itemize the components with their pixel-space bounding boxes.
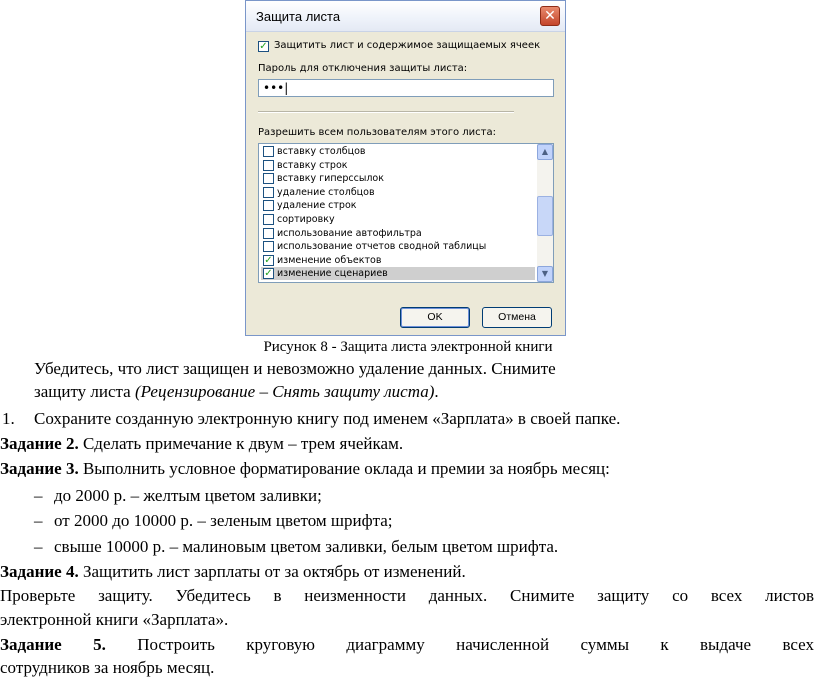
list-item[interactable]: вставку строк (261, 159, 535, 172)
list-item[interactable]: вставку гиперссылок (261, 172, 535, 185)
scroll-up-icon[interactable]: ▲ (537, 144, 553, 160)
permission-checkbox[interactable] (263, 241, 274, 253)
permission-label: изменение сценариев (277, 268, 388, 280)
bullet-dash: – (34, 486, 43, 505)
separator (258, 111, 514, 113)
list-item[interactable]: удаление строк (261, 199, 535, 212)
permission-checkbox[interactable] (263, 173, 274, 185)
check-icon: ✓ (259, 41, 268, 52)
scroll-thumb[interactable] (537, 196, 553, 236)
permission-label: вставку строк (277, 159, 348, 171)
list-item[interactable]: использование отчетов сводной таблицы (261, 240, 535, 253)
task-4-label: Задание 4. (0, 562, 79, 581)
password-field[interactable]: •••| (258, 79, 554, 97)
permission-checkbox[interactable]: ✓ (263, 268, 274, 280)
para-remove-protection: защиту листа (Рецензирование – Снять защ… (34, 382, 439, 402)
task-4: Задание 4. Защитить лист зарплаты от за … (0, 562, 466, 582)
bullet-dash: – (34, 511, 43, 530)
close-button[interactable]: ✕ (540, 6, 560, 26)
bullet-item-crimson: свыше 10000 р. – малиновым цветом заливк… (54, 537, 559, 556)
permission-checkbox[interactable] (263, 159, 274, 171)
list-item[interactable]: ✓ изменение сценариев (261, 267, 535, 281)
permission-label: изменение объектов (277, 254, 382, 266)
figure-caption: Рисунок 8 - Защита листа электронной кни… (263, 339, 553, 355)
permission-checkbox[interactable] (263, 200, 274, 212)
list-item[interactable]: использование автофильтра (261, 227, 535, 240)
allow-label: Разрешить всем пользователям этого листа… (258, 127, 496, 138)
permission-label: сортировку (277, 214, 335, 225)
menu-path: (Рецензирование – Снять защиту листа) (134, 382, 435, 401)
dialog-title: Защита листа (256, 9, 341, 24)
list-item-save: Сохраните созданную электронную книгу по… (34, 409, 621, 428)
permission-label: использование автофильтра (277, 227, 422, 239)
task-5-label: Задание 5. (0, 635, 106, 654)
scroll-down-icon[interactable]: ▼ (537, 266, 553, 282)
protect-sheet-dialog: Защита листа ✕ ✓ Защитить лист и содержи… (245, 0, 566, 336)
permission-checkbox[interactable] (263, 214, 274, 225)
permission-checkbox[interactable] (263, 227, 274, 239)
task-2-label: Задание 2. (0, 434, 79, 453)
list-scrollbar[interactable]: ▲ ▼ (537, 144, 553, 282)
check-icon: ✓ (264, 254, 273, 266)
permission-checkbox[interactable] (263, 186, 274, 198)
list-item[interactable]: вставку столбцов (261, 145, 535, 158)
permission-label: вставку гиперссылок (277, 173, 384, 185)
close-icon: ✕ (544, 8, 556, 24)
ok-button[interactable]: OK (400, 307, 470, 328)
list-item[interactable]: ✓ изменение объектов (261, 254, 535, 267)
para-verify-end: электронной книги «Зарплата». (0, 610, 229, 629)
task-5-text: Построить круговую диаграмму начисленной… (105, 635, 814, 654)
permission-label: удаление строк (277, 200, 357, 212)
task-2-text: Сделать примечание к двум – трем ячейкам… (78, 434, 404, 453)
para-check-protection: Убедитесь, что лист защищен и невозможно… (34, 359, 556, 378)
permission-label: удаление столбцов (277, 186, 375, 198)
cancel-button[interactable]: Отмена (482, 307, 552, 328)
dialog-titlebar: Защита листа ✕ (246, 1, 565, 32)
permissions-list[interactable]: вставку столбцов вставку строк вставку гип… (258, 143, 554, 283)
bullet-dash: – (34, 537, 43, 556)
para-verify: Проверьте защиту. Убедитесь в неизменнос… (0, 586, 814, 605)
task-3-text: Выполнить условное форматирование оклада… (78, 459, 610, 478)
task-5: Задание 5. Построить круговую диаграмму … (0, 635, 814, 655)
task-2: Задание 2. Сделать примечание к двум – т… (0, 434, 403, 454)
list-item[interactable]: удаление столбцов (261, 186, 535, 199)
task-5-end: сотрудников за ноябрь месяц. (0, 658, 215, 677)
check-icon: ✓ (264, 268, 273, 280)
permission-checkbox[interactable]: ✓ (263, 254, 274, 266)
permission-label: использование отчетов сводной таблицы (277, 241, 487, 253)
permission-checkbox[interactable] (263, 146, 274, 157)
protect-label: Защитить лист и содержимое защищаемых яч… (274, 40, 541, 51)
bullet-item-yellow: до 2000 р. – желтым цветом заливки; (54, 486, 322, 505)
bullet-item-green: от 2000 до 10000 р. – зеленым цветом шри… (54, 511, 393, 530)
task-3: Задание 3. Выполнить условное форматиров… (0, 459, 610, 479)
list-number: 1. (2, 409, 15, 428)
password-label: Пароль для отключения защиты листа: (258, 63, 468, 74)
task-4-text: Защитить лист зарплаты от за октябрь от … (78, 562, 466, 581)
protect-checkbox[interactable]: ✓ (258, 41, 269, 52)
text-span: защиту листа (34, 382, 135, 401)
text-span: . (434, 382, 439, 401)
permission-label: вставку столбцов (277, 146, 366, 157)
list-item[interactable]: сортировку (261, 213, 535, 226)
task-3-label: Задание 3. (0, 459, 79, 478)
